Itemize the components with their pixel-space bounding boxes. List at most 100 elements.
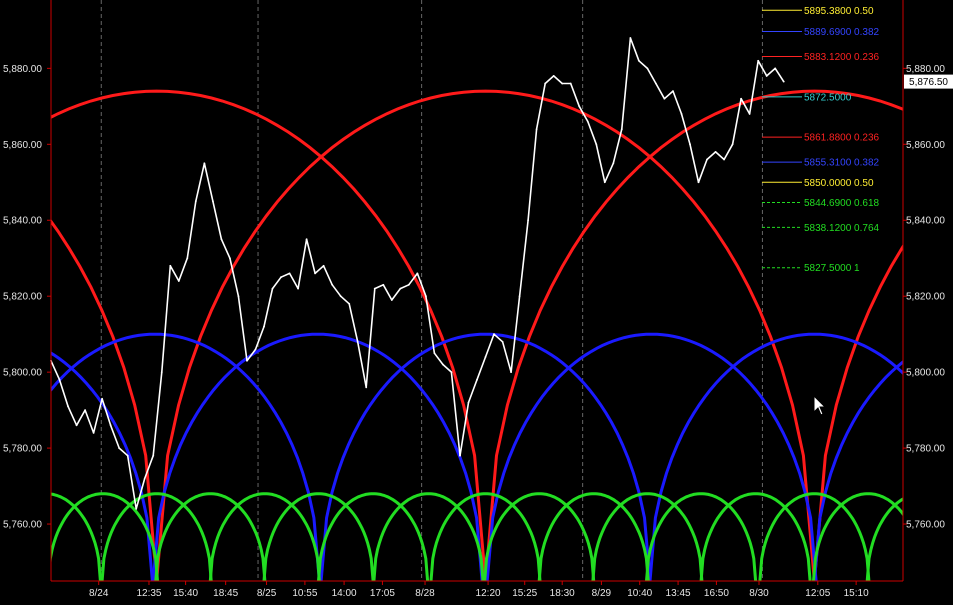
x-tick-label-12: 8/29 — [592, 588, 612, 599]
price-point-30 — [306, 238, 308, 240]
price-point-58 — [544, 83, 546, 85]
price-point-69 — [638, 60, 640, 62]
price-point-76 — [698, 181, 700, 183]
price-point-2 — [67, 405, 69, 407]
fib-label-9: 5827.5000 1 — [804, 263, 860, 274]
y-tick-label-right-3: 5,820.00 — [906, 292, 945, 303]
y-tick-label-right-2: 5,840.00 — [906, 216, 945, 227]
y-tick-label-right-5: 5,780.00 — [906, 444, 945, 455]
price-point-53 — [502, 341, 504, 343]
x-tick-label-8: 8/28 — [415, 588, 435, 599]
price-point-20 — [221, 238, 223, 240]
price-point-28 — [289, 273, 291, 275]
y-tick-label-left-4: 5,800.00 — [3, 368, 42, 379]
price-point-45 — [434, 352, 436, 354]
price-point-57 — [536, 128, 538, 130]
x-tick-label-16: 8/30 — [749, 588, 769, 599]
chart-root: 5895.3800 0.50 5889.6900 0.382 5883.1200 0… — [0, 0, 953, 600]
price-point-10 — [135, 508, 137, 510]
price-point-85 — [774, 67, 776, 69]
price-point-3 — [76, 424, 78, 426]
price-point-12 — [152, 455, 154, 457]
price-point-7 — [110, 424, 112, 426]
price-point-75 — [689, 143, 691, 145]
price-point-33 — [331, 284, 333, 286]
price-point-9 — [127, 455, 129, 457]
price-point-64 — [595, 143, 597, 145]
last-price-layer: 5,876.50 — [904, 75, 953, 89]
price-point-50 — [476, 379, 478, 381]
price-point-48 — [459, 455, 461, 457]
price-point-29 — [297, 288, 299, 290]
price-point-86 — [783, 81, 785, 83]
price-point-6 — [101, 398, 103, 400]
price-point-81 — [740, 98, 742, 100]
fib-label-7: 5844.6900 0.618 — [804, 198, 880, 209]
x-tick-label-3: 18:45 — [213, 588, 238, 599]
price-point-14 — [169, 265, 171, 267]
fib-label-0: 5895.3800 0.50 — [804, 6, 874, 17]
price-point-39 — [382, 284, 384, 286]
y-tick-label-right-4: 5,800.00 — [906, 368, 945, 379]
x-tick-label-15: 16:50 — [704, 588, 729, 599]
price-point-23 — [246, 360, 248, 362]
price-point-26 — [272, 288, 274, 290]
price-point-21 — [229, 257, 231, 259]
x-tick-label-14: 13:45 — [666, 588, 691, 599]
x-tick-label-13: 10:40 — [627, 588, 652, 599]
y-tick-label-left-1: 5,860.00 — [3, 140, 42, 151]
x-tick-label-11: 18:30 — [550, 588, 575, 599]
y-tick-label-left-6: 5,760.00 — [3, 520, 42, 531]
price-point-70 — [647, 67, 649, 69]
price-point-59 — [553, 75, 555, 77]
fib-label-2: 5883.1200 0.236 — [804, 52, 880, 63]
x-tick-label-10: 15:25 — [512, 588, 537, 599]
price-point-36 — [357, 341, 359, 343]
price-point-78 — [715, 151, 717, 153]
price-point-71 — [655, 83, 657, 85]
price-point-68 — [629, 37, 631, 39]
price-point-42 — [408, 284, 410, 286]
y-tick-label-right-1: 5,860.00 — [906, 140, 945, 151]
fib-label-5: 5855.3100 0.382 — [804, 158, 880, 169]
price-point-11 — [144, 478, 146, 480]
price-point-74 — [681, 113, 683, 115]
price-point-27 — [280, 276, 282, 278]
price-point-17 — [195, 200, 197, 202]
x-tick-label-9: 12:20 — [476, 588, 501, 599]
y-tick-label-left-5: 5,780.00 — [3, 444, 42, 455]
x-tick-label-5: 10:55 — [292, 588, 317, 599]
price-point-55 — [519, 295, 521, 297]
fib-label-1: 5889.6900 0.382 — [804, 27, 880, 38]
price-point-51 — [485, 356, 487, 358]
fib-label-8: 5838.1200 0.764 — [804, 223, 880, 234]
price-point-22 — [238, 295, 240, 297]
price-point-79 — [723, 159, 725, 161]
price-point-63 — [587, 121, 589, 123]
price-point-15 — [178, 280, 180, 282]
price-point-60 — [561, 83, 563, 85]
price-point-19 — [212, 200, 214, 202]
x-tick-label-2: 15:40 — [173, 588, 198, 599]
price-point-38 — [374, 288, 376, 290]
price-point-67 — [621, 128, 623, 130]
price-point-35 — [348, 303, 350, 305]
price-point-61 — [570, 83, 572, 85]
x-tick-label-1: 12:35 — [136, 588, 161, 599]
price-point-62 — [578, 105, 580, 107]
x-tick-label-17: 12:05 — [805, 588, 830, 599]
y-tick-label-right-6: 5,760.00 — [906, 520, 945, 531]
price-point-1 — [59, 379, 61, 381]
price-point-8 — [118, 447, 120, 449]
price-point-16 — [186, 257, 188, 259]
last-price-label: 5,876.50 — [909, 77, 948, 88]
price-point-18 — [203, 162, 205, 164]
price-point-82 — [749, 113, 751, 115]
price-point-52 — [493, 333, 495, 335]
price-point-31 — [314, 273, 316, 275]
price-point-25 — [263, 326, 265, 328]
price-point-24 — [255, 348, 257, 350]
price-point-47 — [451, 371, 453, 373]
y-tick-label-left-2: 5,840.00 — [3, 216, 42, 227]
price-point-46 — [442, 364, 444, 366]
